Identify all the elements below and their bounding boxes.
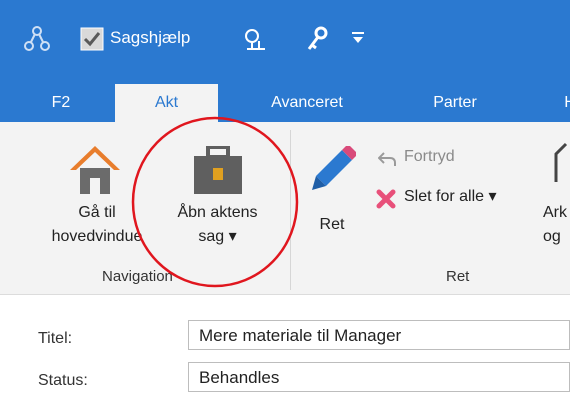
status-field[interactable]: Behandles bbox=[188, 362, 570, 392]
highlight-circle bbox=[131, 116, 299, 288]
delete-x-icon bbox=[376, 189, 396, 209]
undo-icon bbox=[378, 152, 396, 166]
delete-label: Slet for alle ▾ bbox=[404, 188, 497, 205]
edit-button[interactable]: Ret bbox=[300, 140, 364, 265]
title-bar: Sagshjælp bbox=[0, 0, 570, 84]
tab-h[interactable]: H bbox=[560, 84, 570, 122]
dropdown-arrow-icon[interactable] bbox=[350, 30, 366, 46]
tree-icon[interactable] bbox=[243, 27, 267, 51]
pencil-icon bbox=[312, 146, 356, 190]
checkbox-checked-icon[interactable] bbox=[80, 27, 104, 51]
archive-icon bbox=[554, 142, 568, 182]
archive-line2: og bbox=[543, 228, 561, 245]
edit-label: Ret bbox=[319, 216, 345, 233]
archive-button[interactable]: Ark og bbox=[540, 140, 570, 265]
sagshjaelp-label[interactable]: Sagshjælp bbox=[110, 28, 190, 48]
archive-line1: Ark bbox=[543, 204, 567, 221]
title-field[interactable]: Mere materiale til Manager bbox=[188, 320, 570, 350]
undo-label: Fortryd bbox=[404, 148, 455, 165]
status-field-label: Status: bbox=[38, 372, 88, 389]
ret-group-label: Ret bbox=[446, 268, 470, 285]
delete-for-all-button[interactable]: Slet for alle ▾ bbox=[376, 186, 536, 210]
tab-f2[interactable]: F2 bbox=[36, 84, 86, 122]
undo-button[interactable]: Fortryd bbox=[378, 148, 498, 172]
house-icon bbox=[70, 146, 120, 194]
key-icon[interactable] bbox=[305, 26, 329, 52]
title-field-label: Titel: bbox=[38, 330, 73, 347]
tab-parter[interactable]: Parter bbox=[415, 84, 495, 122]
sitemap-icon[interactable] bbox=[24, 26, 50, 52]
